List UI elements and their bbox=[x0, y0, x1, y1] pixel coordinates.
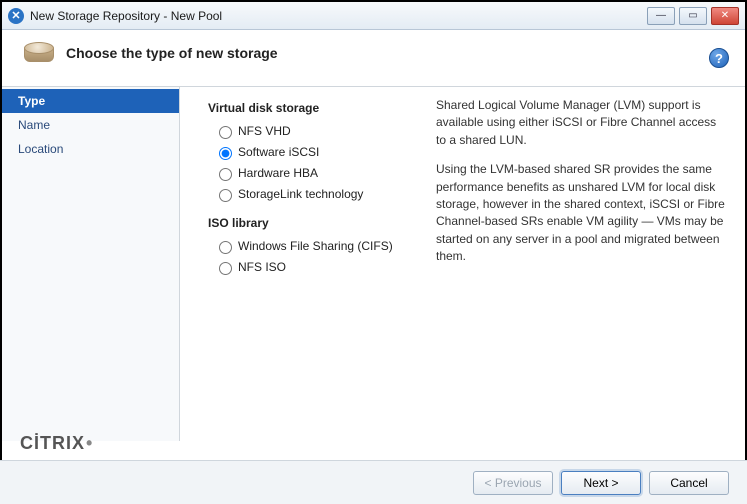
option-cifs[interactable]: Windows File Sharing (CIFS) bbox=[214, 238, 408, 254]
option-nfs-iso[interactable]: NFS ISO bbox=[214, 259, 408, 275]
option-label: Software iSCSI bbox=[238, 145, 319, 159]
option-label: StorageLink technology bbox=[238, 187, 363, 201]
description-paragraph-1: Shared Logical Volume Manager (LVM) supp… bbox=[436, 97, 725, 149]
maximize-button[interactable]: ▭ bbox=[679, 7, 707, 25]
radio-cifs[interactable] bbox=[219, 241, 232, 254]
step-type[interactable]: Type bbox=[2, 89, 179, 113]
option-label: Windows File Sharing (CIFS) bbox=[238, 239, 393, 253]
close-button[interactable]: ✕ bbox=[711, 7, 739, 25]
group-title-iso-library: ISO library bbox=[208, 216, 408, 230]
window-titlebar: ✕ New Storage Repository - New Pool — ▭ … bbox=[2, 2, 745, 30]
wizard-body: Type Name Location Virtual disk storage … bbox=[2, 87, 745, 441]
radio-nfs-iso[interactable] bbox=[219, 262, 232, 275]
radio-storagelink[interactable] bbox=[219, 189, 232, 202]
wizard-steps-sidebar: Type Name Location bbox=[2, 87, 180, 441]
wizard-header: Choose the type of new storage ? bbox=[2, 30, 745, 87]
storage-icon bbox=[24, 42, 54, 64]
app-icon: ✕ bbox=[8, 8, 24, 24]
minimize-button[interactable]: — bbox=[647, 7, 675, 25]
option-storagelink[interactable]: StorageLink technology bbox=[214, 186, 408, 202]
radio-hardware-hba[interactable] bbox=[219, 168, 232, 181]
radio-nfs-vhd[interactable] bbox=[219, 126, 232, 139]
option-label: NFS ISO bbox=[238, 260, 286, 274]
storage-options: Virtual disk storage NFS VHD Software iS… bbox=[208, 97, 408, 431]
help-icon[interactable]: ? bbox=[709, 48, 729, 68]
page-heading: Choose the type of new storage bbox=[66, 45, 278, 61]
cancel-button[interactable]: Cancel bbox=[649, 471, 729, 495]
step-location[interactable]: Location bbox=[2, 137, 179, 161]
content-area: Virtual disk storage NFS VHD Software iS… bbox=[180, 87, 745, 441]
option-software-iscsi[interactable]: Software iSCSI bbox=[214, 144, 408, 160]
description-paragraph-2: Using the LVM-based shared SR provides t… bbox=[436, 161, 725, 265]
next-button[interactable]: Next > bbox=[561, 471, 641, 495]
radio-software-iscsi[interactable] bbox=[219, 147, 232, 160]
citrix-logo: CİTRIX• bbox=[20, 433, 94, 454]
description-panel: Shared Logical Volume Manager (LVM) supp… bbox=[436, 97, 725, 431]
previous-button: < Previous bbox=[473, 471, 553, 495]
option-label: Hardware HBA bbox=[238, 166, 318, 180]
option-hardware-hba[interactable]: Hardware HBA bbox=[214, 165, 408, 181]
wizard-footer: < Previous Next > Cancel bbox=[0, 460, 747, 504]
group-title-virtual-disk: Virtual disk storage bbox=[208, 101, 408, 115]
window-title: New Storage Repository - New Pool bbox=[30, 9, 643, 23]
option-label: NFS VHD bbox=[238, 124, 291, 138]
option-nfs-vhd[interactable]: NFS VHD bbox=[214, 123, 408, 139]
step-name[interactable]: Name bbox=[2, 113, 179, 137]
